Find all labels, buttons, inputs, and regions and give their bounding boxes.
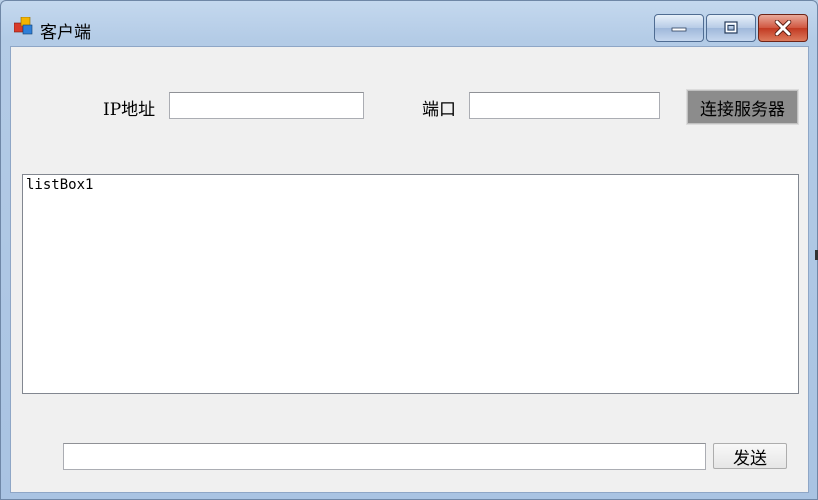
minimize-button[interactable] [654, 14, 704, 42]
list-item[interactable]: listBox1 [23, 175, 798, 195]
send-button[interactable]: 发送 [713, 443, 787, 469]
client-window: 客户端 IP地址 端口 连接服务器 listBox1 发送 [0, 0, 818, 500]
window-title: 客户端 [40, 23, 91, 43]
client-area: IP地址 端口 连接服务器 listBox1 发送 [10, 46, 809, 493]
maximize-button[interactable] [706, 14, 756, 42]
ip-label: IP地址 [103, 100, 156, 120]
connect-server-button[interactable]: 连接服务器 [687, 90, 798, 124]
minimize-icon [671, 27, 687, 32]
ip-input[interactable] [169, 92, 364, 119]
windows-app-icon [14, 17, 33, 35]
port-label: 端口 [422, 100, 456, 120]
port-input[interactable] [469, 92, 660, 119]
message-listbox[interactable]: listBox1 [22, 174, 799, 394]
close-button[interactable] [758, 14, 808, 42]
close-icon [774, 20, 792, 36]
maximize-icon [724, 21, 738, 34]
title-bar[interactable]: 客户端 [1, 1, 817, 45]
message-input[interactable] [63, 443, 706, 470]
